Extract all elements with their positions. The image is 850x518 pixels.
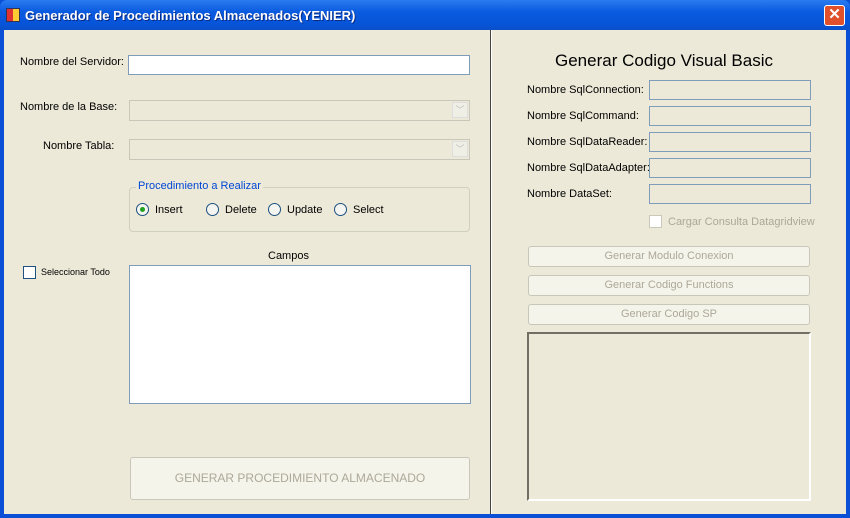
table-label: Nombre Tabla: bbox=[43, 140, 115, 152]
app-icon bbox=[6, 8, 20, 22]
select-all-checkbox[interactable] bbox=[23, 266, 36, 279]
radio-delete[interactable]: Delete bbox=[206, 203, 257, 216]
server-label: Nombre del Servidor: bbox=[20, 56, 124, 68]
close-button[interactable]: ✕ bbox=[824, 5, 845, 26]
load-grid-label: Cargar Consulta Datagridview bbox=[668, 216, 815, 228]
select-all-label: Seleccionar Todo bbox=[41, 267, 110, 277]
radio-label: Delete bbox=[225, 203, 257, 216]
generate-functions-button[interactable]: Generar Codigo Functions bbox=[528, 275, 810, 296]
table-combo[interactable]: ﹀ bbox=[129, 139, 470, 160]
generate-connection-module-button[interactable]: Generar Modulo Conexion bbox=[528, 246, 810, 267]
load-grid-checkbox[interactable] bbox=[649, 215, 662, 228]
radio-select[interactable]: Select bbox=[334, 203, 384, 216]
generate-procedure-button[interactable]: GENERAR PROCEDIMIENTO ALMACENADO bbox=[130, 457, 470, 500]
sqlcommand-input[interactable] bbox=[649, 106, 811, 126]
radio-label: Select bbox=[353, 203, 384, 216]
chevron-down-icon[interactable]: ﹀ bbox=[452, 141, 468, 157]
sqldataadapter-input[interactable] bbox=[649, 158, 811, 178]
title-bar[interactable]: Generador de Procedimientos Almacenados(… bbox=[0, 0, 850, 30]
sqldatareader-input[interactable] bbox=[649, 132, 811, 152]
form-client-area: Nombre del Servidor: Nombre de la Base: … bbox=[4, 30, 846, 514]
dataset-label: Nombre DataSet: bbox=[527, 188, 612, 200]
sqldataadapter-label: Nombre SqlDataAdapter: bbox=[527, 162, 650, 174]
sqlconnection-input[interactable] bbox=[649, 80, 811, 100]
code-output[interactable] bbox=[527, 332, 811, 501]
database-label: Nombre de la Base: bbox=[20, 101, 118, 113]
divider bbox=[490, 30, 492, 514]
generate-sp-button[interactable]: Generar Codigo SP bbox=[528, 304, 810, 325]
server-input[interactable] bbox=[128, 55, 470, 75]
radio-update[interactable]: Update bbox=[268, 203, 322, 216]
vb-heading: Generar Codigo Visual Basic bbox=[555, 51, 773, 70]
procedure-group-legend: Procedimiento a Realizar bbox=[136, 180, 263, 192]
chevron-down-icon[interactable]: ﹀ bbox=[452, 102, 468, 118]
radio-checked-icon bbox=[136, 203, 149, 216]
radio-icon bbox=[334, 203, 347, 216]
database-combo[interactable]: ﹀ bbox=[129, 100, 470, 121]
sqldatareader-label: Nombre SqlDataReader: bbox=[527, 136, 648, 148]
sqlcommand-label: Nombre SqlCommand: bbox=[527, 110, 639, 122]
fields-list[interactable] bbox=[129, 265, 471, 404]
sqlconnection-label: Nombre SqlConnection: bbox=[527, 84, 644, 96]
radio-label: Update bbox=[287, 203, 323, 216]
radio-insert[interactable]: Insert bbox=[136, 203, 183, 216]
fields-label: Campos bbox=[268, 250, 309, 262]
radio-icon bbox=[268, 203, 281, 216]
window-title: Generador de Procedimientos Almacenados(… bbox=[25, 8, 356, 23]
radio-label: Insert bbox=[155, 203, 183, 216]
radio-icon bbox=[206, 203, 219, 216]
dataset-input[interactable] bbox=[649, 184, 811, 204]
